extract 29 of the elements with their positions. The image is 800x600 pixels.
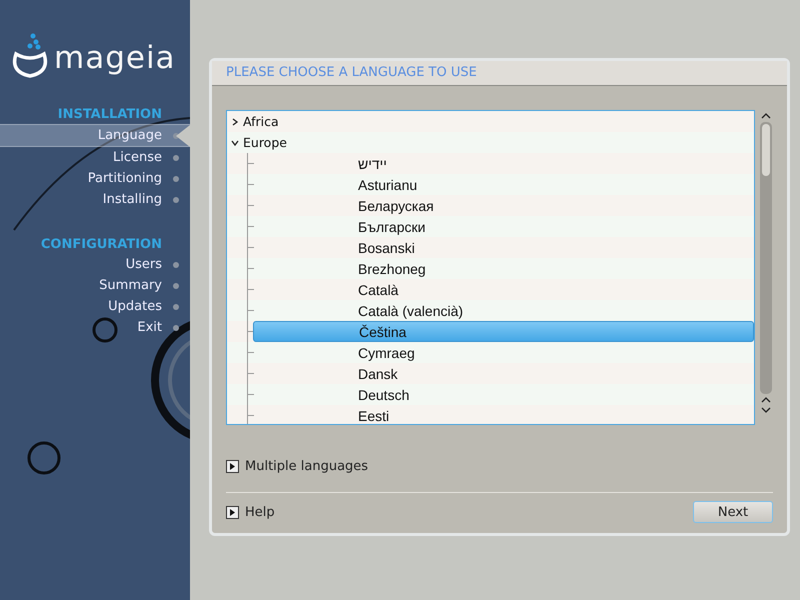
panel-title: PLEASE CHOOSE A LANGUAGE TO USE bbox=[212, 61, 787, 86]
language-item[interactable]: Deutsch bbox=[253, 384, 754, 405]
selected-language-item[interactable]: Čeština bbox=[253, 321, 754, 342]
multiple-languages-expander[interactable]: Multiple languages bbox=[226, 459, 773, 474]
language-item[interactable]: Brezhoneg bbox=[253, 258, 754, 279]
step-item: Installing bbox=[0, 189, 190, 210]
next-button[interactable]: Next bbox=[693, 501, 773, 523]
help-expander[interactable]: Help bbox=[226, 504, 275, 520]
language-item[interactable]: Български bbox=[253, 216, 754, 237]
logo-text: mageia bbox=[54, 39, 176, 78]
cauldron-logo-icon bbox=[10, 32, 50, 80]
expand-icon bbox=[226, 460, 239, 473]
step-item: Users bbox=[0, 254, 190, 275]
tree-group[interactable]: Africa bbox=[227, 111, 754, 132]
step-item: Partitioning bbox=[0, 168, 190, 189]
scroll-down-icon[interactable] bbox=[761, 406, 771, 414]
step-item: Exit bbox=[0, 317, 190, 338]
language-item[interactable]: Asturianu bbox=[253, 174, 754, 195]
section-heading: CONFIGURATION bbox=[40, 236, 163, 254]
step-item: License bbox=[0, 147, 190, 168]
language-item[interactable]: Català (valencià) bbox=[253, 300, 754, 321]
step-item: Updates bbox=[0, 296, 190, 317]
section-heading: INSTALLATION bbox=[56, 106, 163, 124]
scroll-thumb[interactable] bbox=[762, 124, 770, 176]
expand-icon bbox=[226, 506, 239, 518]
language-item[interactable]: Cymraeg bbox=[253, 342, 754, 363]
step-item: Summary bbox=[0, 275, 190, 296]
scroll-up-icon[interactable] bbox=[761, 396, 771, 404]
scroll-up-icon[interactable] bbox=[761, 112, 771, 120]
